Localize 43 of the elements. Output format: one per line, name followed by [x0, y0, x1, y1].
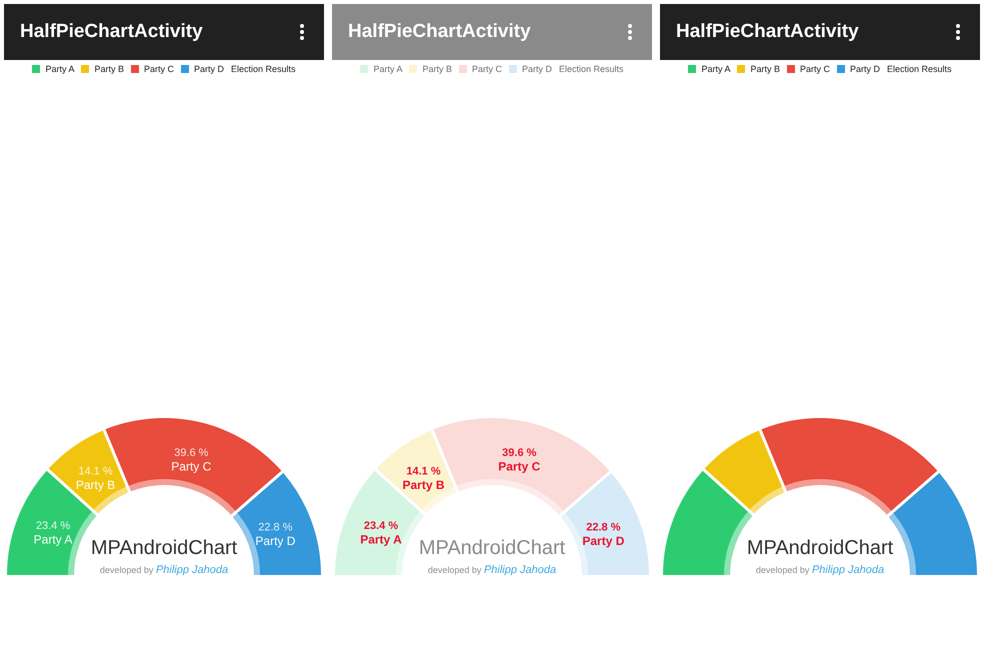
slice-name-label: Party B	[76, 478, 116, 492]
legend-label: Party A	[45, 64, 74, 74]
legend-label: Party B	[422, 64, 452, 74]
slice-value-label: 22.8 %	[258, 521, 293, 534]
legend-label: Party D	[194, 64, 224, 74]
slice-value-label: 14.1 %	[406, 466, 441, 478]
slice-name-label: Party D	[582, 534, 624, 548]
legend-label: Party C	[800, 64, 830, 74]
legend-label: Party B	[750, 64, 780, 74]
more-options-icon	[628, 24, 632, 40]
slice-value-label: 39.6 %	[174, 447, 208, 460]
legend-label: Party A	[701, 64, 730, 74]
legend-label: Party D	[522, 64, 552, 74]
app-bar-title: HalfPieChartActivity	[20, 21, 203, 43]
slice-value-label: 39.6 %	[502, 447, 536, 460]
slice-name-label: Party B	[402, 478, 445, 492]
legend-label: Party D	[850, 64, 880, 74]
slice-name-label: Party A	[34, 532, 72, 547]
slice-value-label: 14.1 %	[78, 466, 113, 478]
slice-name-label: Party C	[498, 460, 540, 474]
legend-label: Party B	[94, 64, 124, 74]
center-title: MPAndroidChart	[418, 536, 566, 560]
legend-label: Party A	[373, 64, 402, 74]
credit-text: developed by Philipp Jahoda	[100, 563, 228, 577]
more-options-icon	[300, 24, 304, 40]
app-bar-title: HalfPieChartActivity	[676, 21, 859, 43]
slice-value-label: 23.4 %	[364, 520, 398, 532]
chart-description: Election Results	[559, 64, 624, 74]
more-options-icon	[956, 24, 960, 40]
center-title: MPAndroidChart	[90, 536, 238, 560]
chart-description: Election Results	[887, 64, 952, 74]
app-bar-title: HalfPieChartActivity	[348, 21, 531, 43]
legend-label: Party C	[144, 64, 174, 74]
slice-name-label: Party A	[360, 532, 402, 547]
legend-label: Party C	[472, 64, 502, 74]
chart-description: Election Results	[231, 64, 296, 74]
slice-name-label: Party C	[171, 460, 212, 474]
center-title: MPAndroidChart	[746, 536, 894, 560]
credit-text: developed by Philipp Jahoda	[428, 563, 556, 577]
slice-name-label: Party D	[255, 534, 296, 548]
slice-value-label: 23.4 %	[36, 520, 70, 532]
credit-text: developed by Philipp Jahoda	[756, 563, 884, 577]
slice-value-label: 22.8 %	[586, 521, 621, 534]
